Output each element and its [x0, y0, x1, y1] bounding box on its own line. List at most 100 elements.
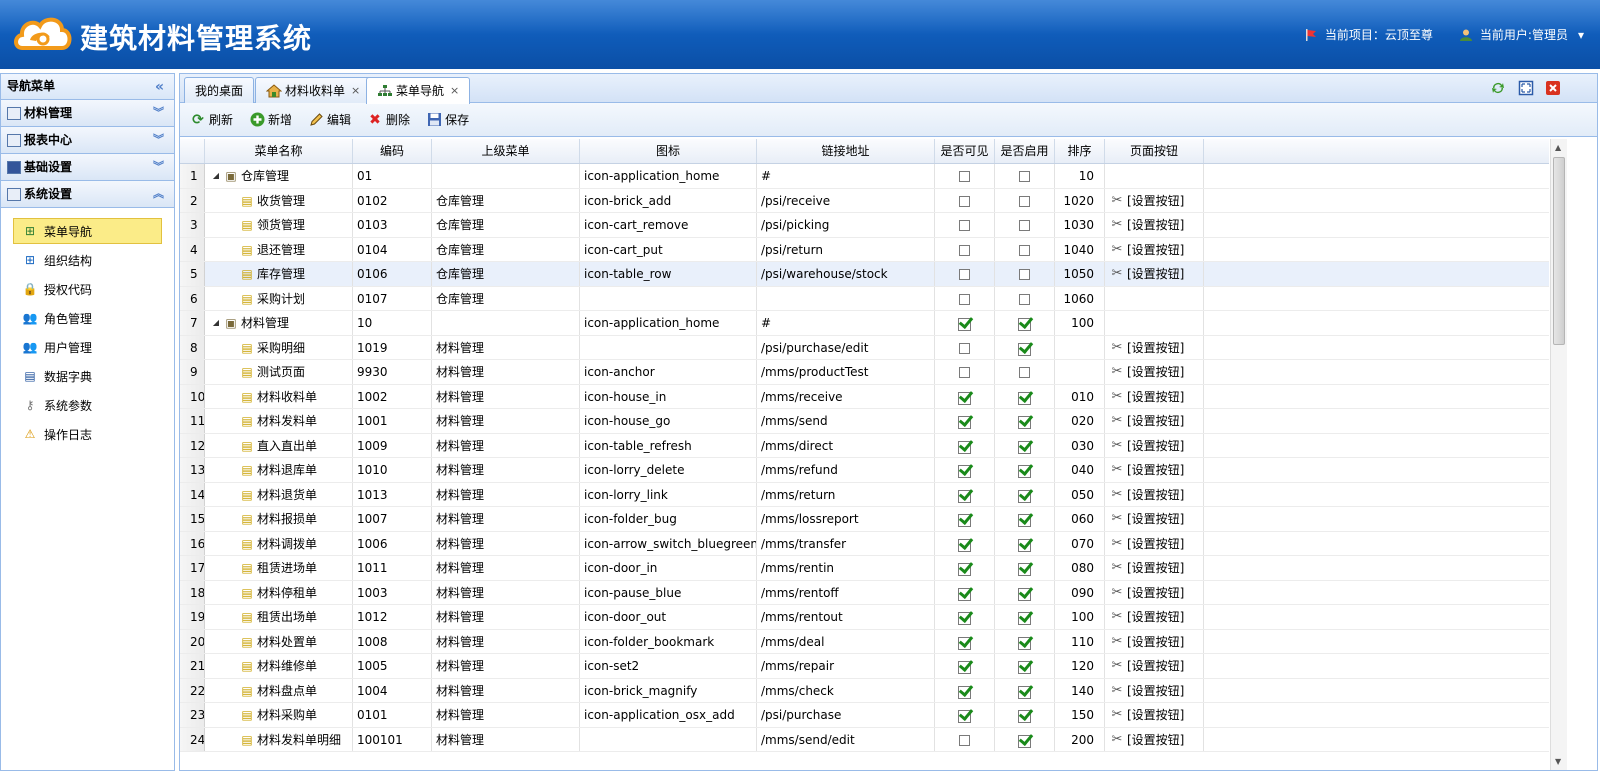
- parent-menu-cell[interactable]: 仓库管理: [432, 262, 580, 286]
- code-cell[interactable]: 0106: [353, 262, 432, 286]
- menu-name-cell[interactable]: ▤ 材料采购单: [205, 703, 353, 727]
- icon-class-cell[interactable]: icon-folder_bug: [580, 507, 757, 531]
- visible-checkbox-cell[interactable]: [935, 482, 995, 506]
- icon-class-cell[interactable]: icon-application_osx_add: [580, 703, 757, 727]
- enabled-checkbox-cell[interactable]: [995, 409, 1055, 433]
- enabled-checkbox-cell[interactable]: [995, 213, 1055, 237]
- code-cell[interactable]: 100101: [353, 727, 432, 751]
- link-url-cell[interactable]: /mms/direct: [757, 433, 935, 457]
- sort-cell[interactable]: 090: [1055, 580, 1105, 604]
- set-buttons-link[interactable]: ✂ [设置按钮]: [1109, 262, 1203, 286]
- table-row[interactable]: 22 ▤ 材料盘点单 1004 材料管理 icon-brick_magnify/mms/c…: [180, 678, 1549, 703]
- menu-name-cell[interactable]: ▤ 租赁进场单: [205, 556, 353, 580]
- icon-class-cell[interactable]: icon-door_in: [580, 556, 757, 580]
- link-url-cell[interactable]: /mms/send: [757, 409, 935, 433]
- set-buttons-link[interactable]: ✂ [设置按钮]: [1109, 238, 1203, 262]
- sidebar-group-basic[interactable]: 基础设置 ︾: [1, 154, 174, 181]
- icon-class-cell[interactable]: icon-table_row: [580, 262, 757, 286]
- code-cell[interactable]: 1013: [353, 482, 432, 506]
- sort-cell[interactable]: 10: [1055, 164, 1105, 188]
- sort-cell[interactable]: 100: [1055, 605, 1105, 629]
- table-row[interactable]: 19 ▤ 租赁出场单 1012 材料管理 icon-door_out/mms/rentou…: [180, 605, 1549, 630]
- link-url-cell[interactable]: /psi/receive: [757, 188, 935, 212]
- sort-cell[interactable]: 060: [1055, 507, 1105, 531]
- enabled-checkbox-cell[interactable]: [995, 262, 1055, 286]
- table-row[interactable]: 24 ▤ 材料发料单明细 100101 材料管理/mms/send/edit 200 ✂ [设…: [180, 727, 1549, 752]
- checked-checkbox-icon[interactable]: [958, 709, 971, 723]
- link-url-cell[interactable]: /mms/return: [757, 482, 935, 506]
- menu-name-cell[interactable]: ◢ ▣ 仓库管理: [205, 164, 353, 188]
- tab-menu-nav[interactable]: 菜单导航 ×: [366, 77, 471, 104]
- visible-checkbox-cell[interactable]: [935, 213, 995, 237]
- parent-menu-cell[interactable]: 材料管理: [432, 409, 580, 433]
- code-cell[interactable]: 1002: [353, 384, 432, 408]
- parent-menu-cell[interactable]: 材料管理: [432, 703, 580, 727]
- code-cell[interactable]: 1006: [353, 531, 432, 555]
- sort-cell[interactable]: 200: [1055, 727, 1105, 751]
- set-buttons-link[interactable]: ✂ [设置按钮]: [1109, 507, 1203, 531]
- parent-menu-cell[interactable]: 仓库管理: [432, 286, 580, 310]
- code-cell[interactable]: 1010: [353, 458, 432, 482]
- icon-class-cell[interactable]: icon-pause_blue: [580, 580, 757, 604]
- menu-name-cell[interactable]: ▤ 测试页面: [205, 360, 353, 384]
- unchecked-checkbox-icon[interactable]: [959, 734, 970, 746]
- visible-checkbox-cell[interactable]: [935, 335, 995, 359]
- checked-checkbox-icon[interactable]: [958, 611, 971, 625]
- table-row[interactable]: 17 ▤ 租赁进场单 1011 材料管理 icon-door_in/mms/rentin 0…: [180, 556, 1549, 581]
- menu-name-cell[interactable]: ▤ 材料调拨单: [205, 531, 353, 555]
- code-cell[interactable]: 0102: [353, 188, 432, 212]
- icon-class-cell[interactable]: icon-table_refresh: [580, 433, 757, 457]
- menu-name-cell[interactable]: ▤ 材料盘点单: [205, 678, 353, 702]
- enabled-checkbox-cell[interactable]: [995, 507, 1055, 531]
- chevron-down-icon[interactable]: ︾: [153, 154, 164, 180]
- sort-cell[interactable]: 1030: [1055, 213, 1105, 237]
- visible-checkbox-cell[interactable]: [935, 458, 995, 482]
- code-cell[interactable]: 1009: [353, 433, 432, 457]
- scroll-up-icon[interactable]: ▲: [1555, 143, 1561, 152]
- menu-name-cell[interactable]: ▤ 材料维修单: [205, 654, 353, 678]
- code-cell[interactable]: 1008: [353, 629, 432, 653]
- chevron-down-icon[interactable]: ︾: [153, 127, 164, 153]
- checked-checkbox-icon[interactable]: [1018, 611, 1031, 625]
- code-cell[interactable]: 1012: [353, 605, 432, 629]
- sort-cell[interactable]: 150: [1055, 703, 1105, 727]
- table-row[interactable]: 23 ▤ 材料采购单 0101 材料管理 icon-application_osx_add…: [180, 703, 1549, 728]
- visible-checkbox-cell[interactable]: [935, 286, 995, 310]
- unchecked-checkbox-icon[interactable]: [959, 244, 970, 256]
- checked-checkbox-icon[interactable]: [1018, 636, 1031, 650]
- menu-name-cell[interactable]: ▤ 材料发料单: [205, 409, 353, 433]
- set-buttons-link[interactable]: ✂ [设置按钮]: [1109, 532, 1203, 556]
- table-row[interactable]: 20 ▤ 材料处置单 1008 材料管理 icon-folder_bookmark/mms…: [180, 629, 1549, 654]
- visible-checkbox-cell[interactable]: [935, 629, 995, 653]
- sidebar-item[interactable]: 🔒 授权代码: [13, 276, 162, 302]
- parent-menu-cell[interactable]: 材料管理: [432, 580, 580, 604]
- sidebar-item[interactable]: 👥 角色管理: [13, 305, 162, 331]
- parent-menu-cell[interactable]: 材料管理: [432, 605, 580, 629]
- checked-checkbox-icon[interactable]: [1018, 317, 1031, 331]
- column-header[interactable]: 编码: [353, 139, 432, 163]
- enabled-checkbox-cell[interactable]: [995, 629, 1055, 653]
- parent-menu-cell[interactable]: 材料管理: [432, 629, 580, 653]
- visible-checkbox-cell[interactable]: [935, 262, 995, 286]
- checked-checkbox-icon[interactable]: [1018, 538, 1031, 552]
- parent-menu-cell[interactable]: 材料管理: [432, 360, 580, 384]
- visible-checkbox-cell[interactable]: [935, 654, 995, 678]
- code-cell[interactable]: 0104: [353, 237, 432, 261]
- checked-checkbox-icon[interactable]: [1018, 415, 1031, 429]
- icon-class-cell[interactable]: [580, 286, 757, 310]
- parent-menu-cell[interactable]: 材料管理: [432, 654, 580, 678]
- visible-checkbox-cell[interactable]: [935, 580, 995, 604]
- checked-checkbox-icon[interactable]: [1018, 734, 1031, 748]
- visible-checkbox-cell[interactable]: [935, 311, 995, 335]
- parent-menu-cell[interactable]: 材料管理: [432, 727, 580, 751]
- set-buttons-link[interactable]: ✂ [设置按钮]: [1109, 458, 1203, 482]
- visible-checkbox-cell[interactable]: [935, 703, 995, 727]
- tree-toggle-icon[interactable]: ◢: [211, 164, 221, 188]
- column-header[interactable]: 菜单名称: [205, 139, 353, 163]
- delete-button[interactable]: ✖ 删除: [365, 108, 412, 132]
- set-buttons-link[interactable]: ✂ [设置按钮]: [1109, 703, 1203, 727]
- unchecked-checkbox-icon[interactable]: [1019, 171, 1030, 182]
- set-buttons-link[interactable]: ✂ [设置按钮]: [1109, 336, 1203, 360]
- parent-menu-cell[interactable]: [432, 311, 580, 335]
- close-window-icon[interactable]: [1544, 79, 1562, 97]
